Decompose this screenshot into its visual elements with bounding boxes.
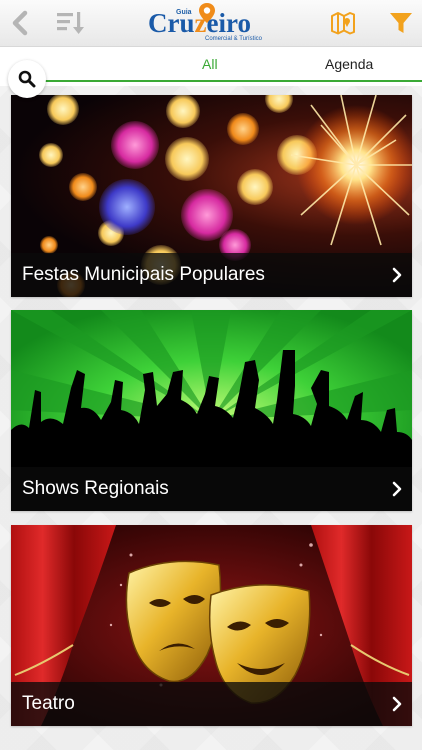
tab-bar: All Agenda bbox=[0, 46, 422, 86]
category-card-shows[interactable]: Shows Regionais bbox=[11, 310, 412, 511]
category-card-festas[interactable]: Festas Municipais Populares bbox=[11, 95, 412, 297]
tab-agenda[interactable]: Agenda bbox=[325, 56, 373, 72]
chevron-right-icon bbox=[392, 696, 402, 712]
map-icon bbox=[331, 12, 355, 35]
chevron-right-icon bbox=[392, 481, 402, 497]
filter-button[interactable] bbox=[384, 0, 418, 46]
logo-main-text: Cruzeiro bbox=[148, 8, 251, 38]
card-caption: Shows Regionais bbox=[11, 467, 412, 511]
app-logo: Guia Cruzeiro Comercial & Turístico bbox=[148, 2, 276, 46]
chevron-left-icon bbox=[12, 10, 28, 36]
tab-all[interactable]: All bbox=[202, 56, 218, 72]
sort-list-icon bbox=[57, 12, 84, 34]
logo-subtitle: Comercial & Turístico bbox=[205, 36, 263, 42]
chevron-right-icon bbox=[392, 267, 402, 283]
tab-indicator bbox=[40, 80, 422, 82]
card-caption: Festas Municipais Populares bbox=[11, 253, 412, 297]
category-card-teatro[interactable]: Teatro bbox=[11, 525, 412, 726]
funnel-icon bbox=[390, 13, 412, 33]
card-title: Teatro bbox=[22, 693, 75, 714]
top-bar: Guia Cruzeiro Comercial & Turístico bbox=[0, 0, 422, 47]
card-title: Festas Municipais Populares bbox=[22, 264, 265, 285]
back-button[interactable] bbox=[4, 0, 36, 46]
map-button[interactable] bbox=[326, 0, 360, 46]
search-button[interactable] bbox=[8, 60, 46, 98]
search-icon bbox=[18, 70, 36, 88]
card-caption: Teatro bbox=[11, 682, 412, 726]
card-title: Shows Regionais bbox=[22, 478, 169, 499]
sort-button[interactable] bbox=[50, 0, 90, 46]
